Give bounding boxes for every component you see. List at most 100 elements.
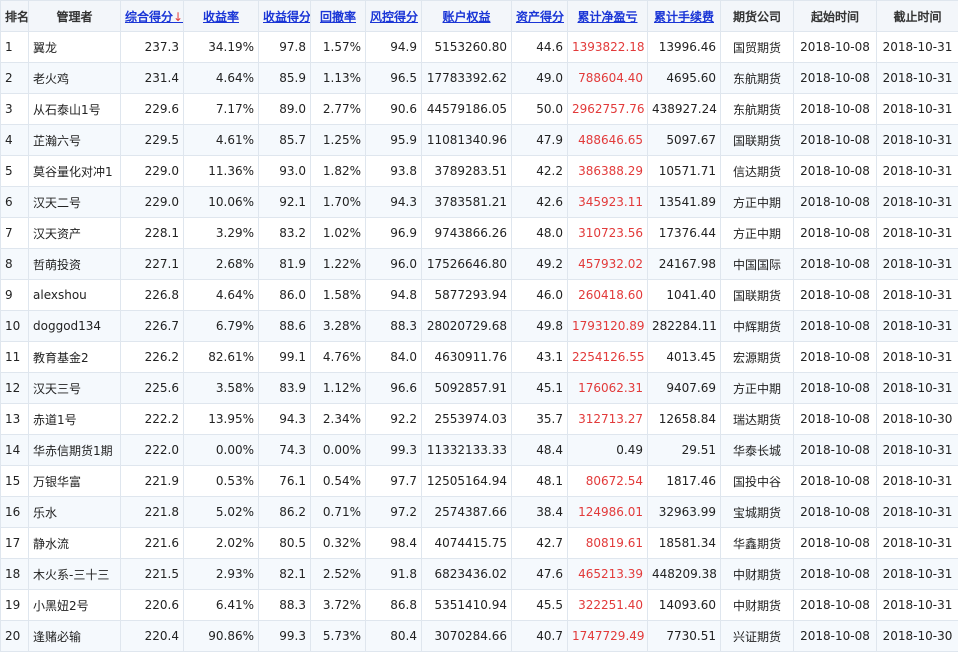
cell-net-pnl: 80672.54	[568, 466, 648, 497]
cell-end-time: 2018-10-31	[877, 590, 958, 621]
cell-start-time: 2018-10-08	[794, 435, 877, 466]
cell-equity: 28020729.68	[422, 311, 512, 342]
cell-net-pnl: 457932.02	[568, 249, 648, 280]
cell-fees: 29.51	[648, 435, 721, 466]
cell-return-score: 92.1	[259, 187, 311, 218]
cell-asset-score: 38.4	[512, 497, 568, 528]
cell-start-time: 2018-10-08	[794, 404, 877, 435]
table-row: 3从石泰山1号229.67.17%89.02.77%90.644579186.0…	[1, 94, 958, 125]
cell-return-rate: 10.06%	[184, 187, 259, 218]
cell-overall-score: 226.8	[121, 280, 184, 311]
cell-broker: 东航期货	[721, 94, 794, 125]
header-row: 排名 管理者 综合得分↓ 收益率 收益得分 回撤率 风控得分 账户权益 资产得分…	[1, 1, 958, 32]
cell-start-time: 2018-10-08	[794, 497, 877, 528]
cell-overall-score: 237.3	[121, 32, 184, 63]
table-row: 2老火鸡231.44.64%85.91.13%96.517783392.6249…	[1, 63, 958, 94]
cell-return-score: 85.9	[259, 63, 311, 94]
cell-equity: 2574387.66	[422, 497, 512, 528]
cell-rank: 9	[1, 280, 29, 311]
header-fees[interactable]: 累计手续费	[648, 1, 721, 32]
cell-net-pnl: 788604.40	[568, 63, 648, 94]
cell-manager: 汉天资产	[29, 218, 121, 249]
table-row: 15万银华富221.90.53%76.10.54%97.712505164.94…	[1, 466, 958, 497]
cell-rank: 7	[1, 218, 29, 249]
cell-net-pnl: 345923.11	[568, 187, 648, 218]
cell-return-score: 93.0	[259, 156, 311, 187]
cell-broker: 宏源期货	[721, 342, 794, 373]
cell-fees: 438927.24	[648, 94, 721, 125]
table-row: 1翼龙237.334.19%97.81.57%94.95153260.8044.…	[1, 32, 958, 63]
cell-rank: 15	[1, 466, 29, 497]
cell-broker: 方正中期	[721, 218, 794, 249]
cell-manager: 赤道1号	[29, 404, 121, 435]
cell-broker: 国贸期货	[721, 32, 794, 63]
cell-return-rate: 34.19%	[184, 32, 259, 63]
table-row: 5莫谷量化对冲1229.011.36%93.01.82%93.83789283.…	[1, 156, 958, 187]
cell-start-time: 2018-10-08	[794, 373, 877, 404]
cell-risk-score: 88.3	[366, 311, 422, 342]
header-drawdown[interactable]: 回撤率	[311, 1, 366, 32]
cell-net-pnl: 322251.40	[568, 590, 648, 621]
cell-start-time: 2018-10-08	[794, 125, 877, 156]
cell-asset-score: 35.7	[512, 404, 568, 435]
cell-rank: 20	[1, 621, 29, 652]
cell-return-score: 82.1	[259, 559, 311, 590]
header-return-score[interactable]: 收益得分	[259, 1, 311, 32]
cell-overall-score: 229.5	[121, 125, 184, 156]
cell-asset-score: 48.4	[512, 435, 568, 466]
cell-risk-score: 84.0	[366, 342, 422, 373]
cell-risk-score: 96.0	[366, 249, 422, 280]
cell-end-time: 2018-10-31	[877, 63, 958, 94]
cell-asset-score: 44.6	[512, 32, 568, 63]
cell-asset-score: 45.5	[512, 590, 568, 621]
cell-fees: 1817.46	[648, 466, 721, 497]
cell-start-time: 2018-10-08	[794, 32, 877, 63]
header-return-rate[interactable]: 收益率	[184, 1, 259, 32]
cell-broker: 国投中谷	[721, 466, 794, 497]
header-net-pnl[interactable]: 累计净盈亏	[568, 1, 648, 32]
cell-end-time: 2018-10-31	[877, 559, 958, 590]
cell-net-pnl: 1393822.18	[568, 32, 648, 63]
cell-end-time: 2018-10-31	[877, 528, 958, 559]
header-equity[interactable]: 账户权益	[422, 1, 512, 32]
cell-rank: 16	[1, 497, 29, 528]
cell-drawdown: 1.25%	[311, 125, 366, 156]
header-overall-score[interactable]: 综合得分↓	[121, 1, 184, 32]
header-asset-score[interactable]: 资产得分	[512, 1, 568, 32]
cell-risk-score: 90.6	[366, 94, 422, 125]
header-risk-score[interactable]: 风控得分	[366, 1, 422, 32]
cell-fees: 282284.11	[648, 311, 721, 342]
cell-return-rate: 6.41%	[184, 590, 259, 621]
cell-end-time: 2018-10-31	[877, 218, 958, 249]
cell-drawdown: 1.58%	[311, 280, 366, 311]
cell-rank: 10	[1, 311, 29, 342]
cell-end-time: 2018-10-31	[877, 32, 958, 63]
ranking-table: 排名 管理者 综合得分↓ 收益率 收益得分 回撤率 风控得分 账户权益 资产得分…	[0, 0, 958, 652]
cell-manager: 华赤信期货1期	[29, 435, 121, 466]
cell-drawdown: 0.32%	[311, 528, 366, 559]
table-row: 16乐水221.85.02%86.20.71%97.22574387.6638.…	[1, 497, 958, 528]
cell-net-pnl: 465213.39	[568, 559, 648, 590]
cell-broker: 宝城期货	[721, 497, 794, 528]
cell-return-rate: 3.58%	[184, 373, 259, 404]
cell-risk-score: 91.8	[366, 559, 422, 590]
cell-drawdown: 2.52%	[311, 559, 366, 590]
cell-fees: 4695.60	[648, 63, 721, 94]
cell-overall-score: 229.6	[121, 94, 184, 125]
cell-broker: 华泰长城	[721, 435, 794, 466]
cell-drawdown: 1.70%	[311, 187, 366, 218]
cell-return-score: 88.3	[259, 590, 311, 621]
cell-drawdown: 0.00%	[311, 435, 366, 466]
cell-end-time: 2018-10-30	[877, 404, 958, 435]
cell-end-time: 2018-10-31	[877, 156, 958, 187]
cell-return-rate: 7.17%	[184, 94, 259, 125]
cell-drawdown: 3.72%	[311, 590, 366, 621]
cell-return-rate: 82.61%	[184, 342, 259, 373]
cell-manager: 乐水	[29, 497, 121, 528]
cell-manager: 芷瀚六号	[29, 125, 121, 156]
cell-drawdown: 2.34%	[311, 404, 366, 435]
cell-risk-score: 97.7	[366, 466, 422, 497]
cell-fees: 1041.40	[648, 280, 721, 311]
cell-equity: 11332133.33	[422, 435, 512, 466]
cell-return-score: 88.6	[259, 311, 311, 342]
